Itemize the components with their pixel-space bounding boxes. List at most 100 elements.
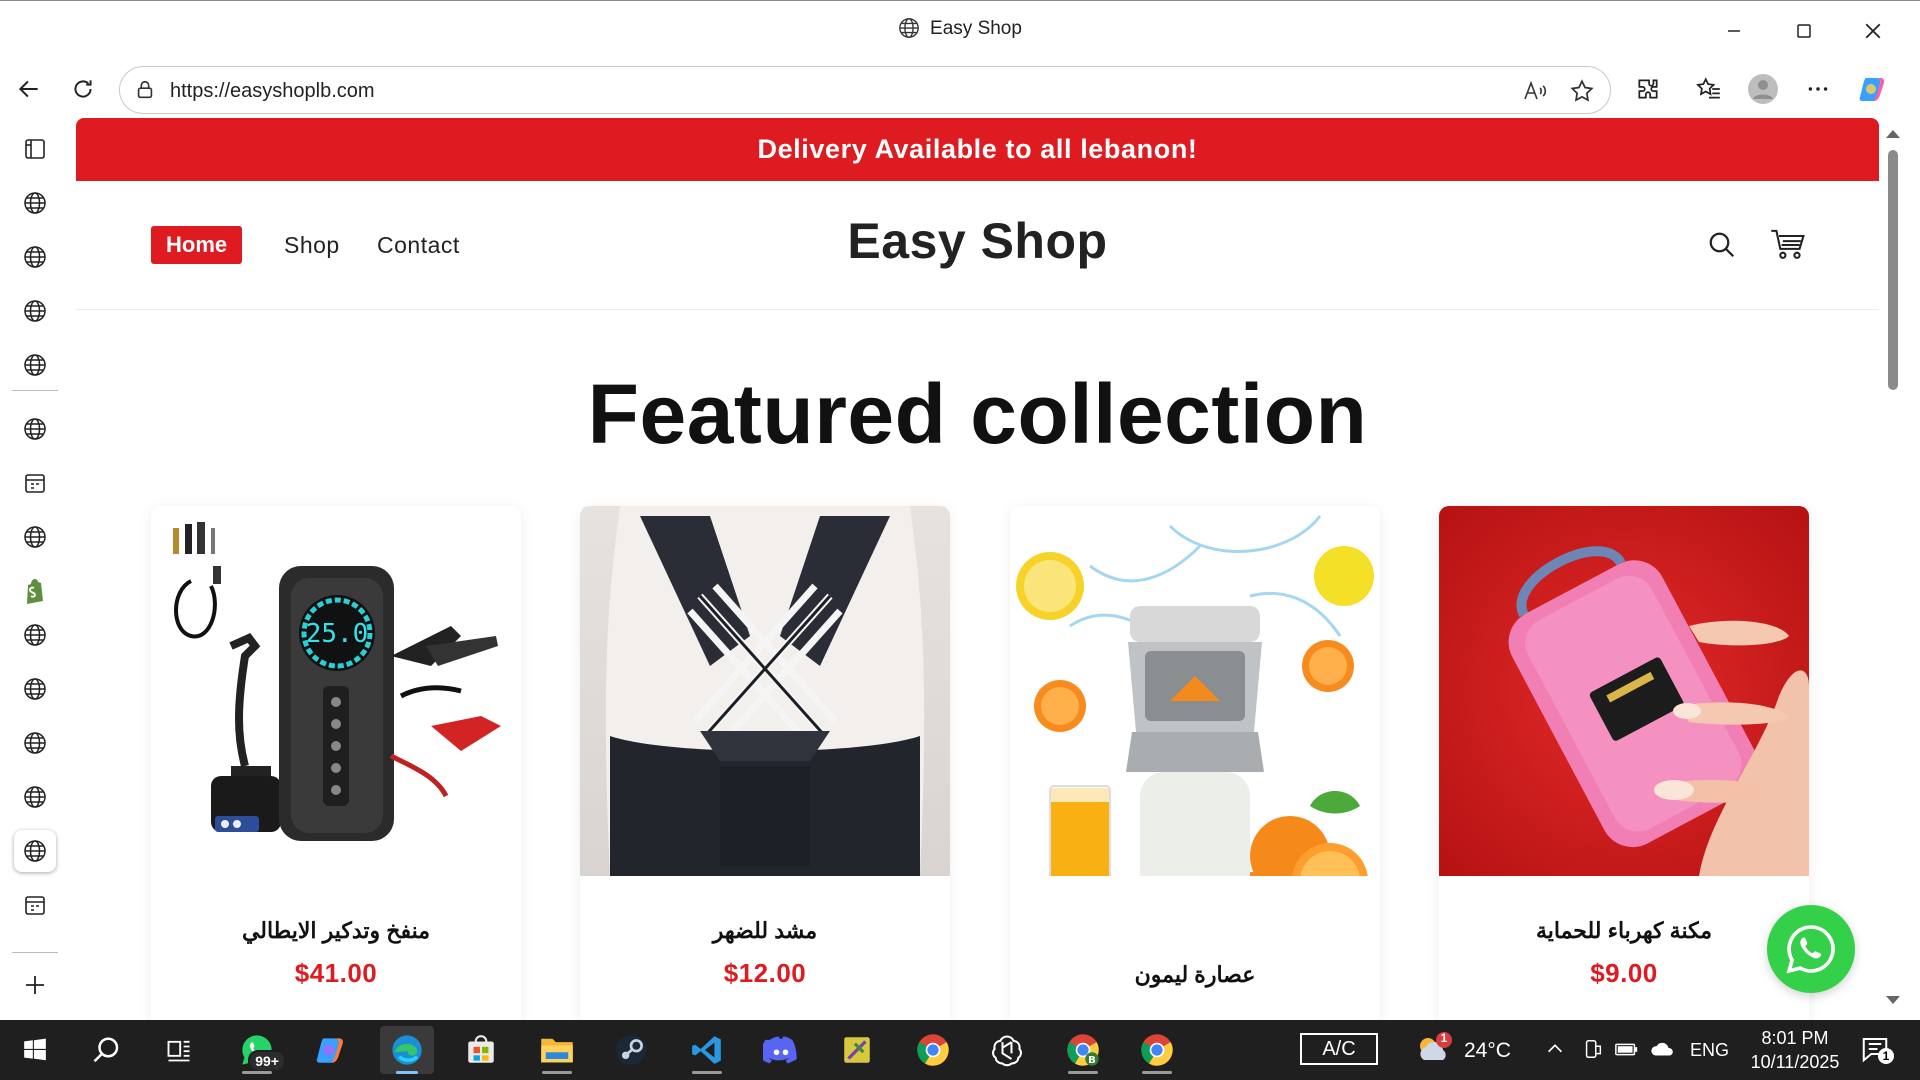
weather-widget-icon[interactable]: 1	[1414, 1030, 1454, 1070]
taskbar-edge[interactable]	[380, 1026, 434, 1074]
notification-count-badge: 1	[1878, 1048, 1894, 1064]
product-image[interactable]: 25.0	[151, 506, 521, 876]
product-card[interactable]: مشد للضهر $12.00	[580, 506, 950, 1020]
ac-power-indicator[interactable]: A/C	[1300, 1033, 1378, 1065]
extensions-button[interactable]	[1627, 68, 1669, 110]
refresh-button[interactable]	[62, 68, 104, 110]
new-tab-button[interactable]	[14, 964, 56, 1006]
taskbar-discord[interactable]	[754, 1026, 808, 1074]
favorite-star-icon[interactable]	[1568, 77, 1596, 105]
language-indicator[interactable]: ENG	[1690, 1040, 1729, 1061]
globe-icon	[24, 192, 46, 214]
taskbar-vscode[interactable]	[680, 1026, 734, 1074]
product-title[interactable]: منفخ وتدكير الايطالي	[151, 918, 521, 944]
product-price: $41.00	[294, 958, 378, 988]
sidebar-tab-4[interactable]	[14, 344, 56, 386]
sidebar-tab-7[interactable]	[14, 516, 56, 558]
product-image[interactable]	[580, 506, 950, 876]
chatgpt-icon	[992, 1035, 1022, 1067]
profile-button[interactable]	[1742, 68, 1784, 110]
sidebar-tab-10[interactable]	[14, 668, 56, 710]
extensions-icon	[1638, 79, 1658, 99]
sidebar-tab-11[interactable]	[14, 722, 56, 764]
window-title-text: Easy Shop	[930, 18, 1022, 39]
taskbar-chatgpt[interactable]	[980, 1026, 1034, 1074]
product-card[interactable]: 25.0 منفخ وتدكير الايطالي $41.00	[151, 506, 521, 1020]
lock-icon[interactable]	[134, 79, 156, 106]
cart-icon	[1771, 229, 1805, 259]
read-aloud-icon[interactable]	[1522, 77, 1550, 105]
more-button[interactable]	[1797, 68, 1839, 110]
taskbar-steam[interactable]	[604, 1026, 658, 1074]
whatsapp-chat-button[interactable]	[1767, 905, 1855, 993]
site-brand-logo[interactable]: Easy Shop	[76, 212, 1879, 270]
taskbar-file-explorer[interactable]	[530, 1026, 584, 1074]
close-button[interactable]	[1838, 1, 1908, 61]
sidebar-tab-3[interactable]	[14, 290, 56, 332]
tray-battery-icon[interactable]	[1614, 1038, 1640, 1065]
search-button[interactable]	[1702, 225, 1742, 265]
sidebar-tab-1[interactable]	[14, 182, 56, 224]
task-view-button[interactable]	[152, 1026, 206, 1074]
cart-button[interactable]	[1768, 225, 1808, 265]
product-title[interactable]: عصارة ليمون	[1010, 962, 1380, 988]
taskbar-store[interactable]	[454, 1026, 508, 1074]
product-card[interactable]: عصارة ليمون	[1010, 506, 1380, 1020]
taskbar-copilot[interactable]	[304, 1026, 358, 1074]
url-text[interactable]: https://easyshoplb.com	[170, 80, 375, 103]
scroll-thumb[interactable]	[1888, 150, 1898, 390]
scroll-down-arrow[interactable]	[1886, 996, 1900, 1004]
globe-icon	[24, 678, 46, 700]
product-card[interactable]: مكنة كهرباء للحماية $9.00	[1439, 506, 1809, 1020]
page-scrollbar[interactable]	[1880, 118, 1920, 1020]
taskbar-chrome-profile[interactable]: B	[1056, 1026, 1110, 1074]
scroll-up-arrow[interactable]	[1886, 130, 1900, 138]
globe-icon	[24, 418, 46, 440]
taskbar-sticky-app[interactable]	[830, 1026, 884, 1074]
globe-icon	[24, 354, 46, 376]
sidebar-tab-9[interactable]	[14, 614, 56, 656]
tray-onedrive-icon[interactable]	[1650, 1038, 1676, 1065]
tray-meet-icon[interactable]	[1582, 1038, 1604, 1065]
product-title[interactable]: مكنة كهرباء للحماية	[1439, 918, 1809, 944]
announcement-bar: Delivery Available to all lebanon!	[76, 118, 1879, 181]
start-button[interactable]	[8, 1026, 62, 1074]
search-icon	[1709, 232, 1735, 258]
product-title[interactable]: مشد للضهر	[580, 918, 950, 944]
sidebar-tab-6[interactable]	[14, 462, 56, 504]
copilot-icon	[1859, 78, 1885, 101]
weather-alert-badge: 1	[1440, 1031, 1448, 1045]
sidebar-tab-2[interactable]	[14, 236, 56, 278]
back-button[interactable]	[8, 68, 50, 110]
favorites-button[interactable]	[1688, 68, 1730, 110]
sidebar-divider	[12, 952, 58, 953]
taskbar-chrome[interactable]	[906, 1026, 960, 1074]
minimize-button[interactable]	[1699, 1, 1769, 61]
taskbar-whatsapp[interactable]: 99+	[230, 1026, 286, 1074]
clock-date: 10/11/2025	[1750, 1052, 1840, 1072]
close-icon	[1865, 23, 1881, 39]
tab-actions-button[interactable]	[14, 128, 56, 170]
sidebar-tab-active[interactable]	[14, 830, 56, 872]
globe-icon	[24, 840, 46, 862]
phone-link-icon	[1585, 1040, 1602, 1058]
sidebar-tab-12[interactable]	[14, 776, 56, 818]
site-header: Home Shop Contact Easy Shop	[76, 181, 1879, 310]
product-image[interactable]	[1439, 506, 1809, 876]
product-image[interactable]	[1010, 506, 1380, 876]
address-bar[interactable]: https://easyshoplb.com	[119, 66, 1611, 114]
taskbar-chrome-2[interactable]	[1130, 1026, 1184, 1074]
show-hidden-icons-button[interactable]	[1544, 1038, 1566, 1065]
maximize-button[interactable]	[1769, 1, 1839, 61]
sidebar-tab-8[interactable]	[14, 570, 56, 612]
temperature-text[interactable]: 24°C	[1464, 1039, 1511, 1063]
taskbar-search-button[interactable]	[80, 1026, 134, 1074]
clock[interactable]: 8:01 PM 10/11/2025	[1740, 1026, 1850, 1074]
sidebar-divider	[12, 390, 58, 391]
notification-center-button[interactable]: 1	[1860, 1034, 1896, 1068]
sidebar-tab-13[interactable]	[14, 884, 56, 926]
sidebar-tab-5[interactable]	[14, 408, 56, 450]
task-view-icon	[167, 1040, 190, 1062]
copilot-button[interactable]	[1852, 68, 1894, 110]
steam-icon	[616, 1035, 646, 1065]
